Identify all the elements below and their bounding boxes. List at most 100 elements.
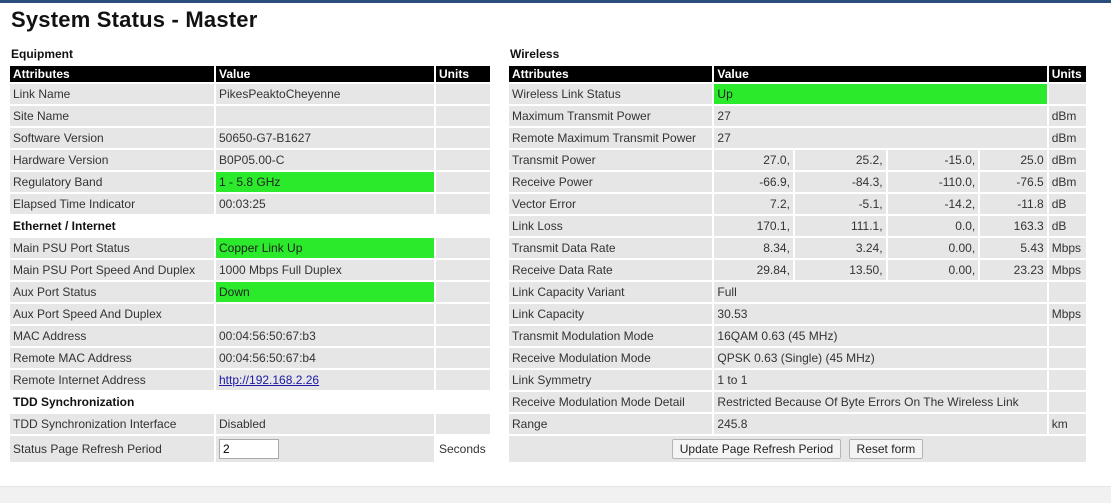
label-main-psu-status: Main PSU Port Status: [10, 238, 214, 258]
label-link-capacity: Link Capacity: [509, 304, 713, 324]
value-receive-power-3: -110.0,: [887, 172, 979, 192]
value-transmit-power-3: -15.0,: [887, 150, 979, 170]
value-software-version: 50650-G7-B1627: [216, 128, 434, 148]
value-tx-modulation: 16QAM 0.63 (45 MHz): [714, 326, 1047, 346]
row-vector-error: Vector Error 7.2, -5.1, -14.2, -11.8 dB: [509, 194, 1086, 214]
reset-form-button[interactable]: Reset form: [848, 439, 924, 459]
value-main-psu-status: Copper Link Up: [216, 238, 434, 258]
row-tx-data-rate: Transmit Data Rate 8.34, 3.24, 0.00, 5.4…: [509, 238, 1086, 258]
value-receive-power-1: -66.9,: [714, 172, 793, 192]
label-site-name: Site Name: [10, 106, 214, 126]
value-transmit-power-1: 27.0,: [714, 150, 793, 170]
row-link-loss: Link Loss 170.1, 111.1, 0.0, 163.3 dB: [509, 216, 1086, 236]
units-tx-modulation: [1048, 326, 1086, 346]
units-hardware-version: [436, 150, 490, 170]
units-receive-power: dBm: [1048, 172, 1086, 192]
page-title: System Status - Master: [11, 7, 258, 32]
row-aux-port-speed: Aux Port Speed And Duplex: [10, 304, 490, 324]
subheader-tdd-row: TDD Synchronization: [10, 392, 490, 412]
row-remote-internet-address: Remote Internet Address http://192.168.2…: [10, 370, 490, 390]
row-remote-max-tx-power: Remote Maximum Transmit Power 27 dBm: [509, 128, 1086, 148]
value-vector-error-2: -5.1,: [794, 194, 886, 214]
row-tx-modulation: Transmit Modulation Mode 16QAM 0.63 (45 …: [509, 326, 1086, 346]
label-rx-data-rate: Receive Data Rate: [509, 260, 713, 280]
label-receive-power: Receive Power: [509, 172, 713, 192]
row-range: Range 245.8 km: [509, 414, 1086, 434]
units-transmit-power: dBm: [1048, 150, 1086, 170]
units-rx-modulation: [1048, 348, 1086, 368]
wireless-header-row: Attributes Value Units: [509, 66, 1086, 82]
value-refresh-period-cell: [216, 436, 434, 462]
subheader-tdd-synchronization: TDD Synchronization: [13, 395, 135, 409]
update-refresh-period-button[interactable]: Update Page Refresh Period: [671, 439, 842, 459]
value-mac-address: 00:04:56:50:67:b3: [216, 326, 434, 346]
subheader-ethernet-row: Ethernet / Internet: [10, 216, 490, 236]
value-rx-data-rate-3: 0.00,: [887, 260, 979, 280]
value-rx-modulation-detail: Restricted Because Of Byte Errors On The…: [714, 392, 1047, 412]
label-regulatory-band: Regulatory Band: [10, 172, 214, 192]
value-remote-max-tx-power: 27: [714, 128, 1047, 148]
label-aux-port-speed: Aux Port Speed And Duplex: [10, 304, 214, 324]
value-max-tx-power: 27: [714, 106, 1047, 126]
value-rx-data-rate-1: 29.84,: [714, 260, 793, 280]
row-capacity-variant: Link Capacity Variant Full: [509, 282, 1086, 302]
units-rx-modulation-detail: [1048, 392, 1086, 412]
value-transmit-power-2: 25.2,: [794, 150, 886, 170]
row-rx-modulation-detail: Receive Modulation Mode Detail Restricte…: [509, 392, 1086, 412]
value-link-loss-4: 163.3: [980, 216, 1047, 236]
label-capacity-variant: Link Capacity Variant: [509, 282, 713, 302]
value-tx-data-rate-2: 3.24,: [794, 238, 886, 258]
value-link-name: PikesPeaktoCheyenne: [216, 84, 434, 104]
wireless-section-title: Wireless: [510, 47, 560, 61]
label-rx-modulation-detail: Receive Modulation Mode Detail: [509, 392, 713, 412]
units-elapsed-time: [436, 194, 490, 214]
units-remote-mac-address: [436, 348, 490, 368]
label-remote-mac-address: Remote MAC Address: [10, 348, 214, 368]
units-main-psu-status: [436, 238, 490, 258]
col-header-value: Value: [714, 66, 1047, 82]
row-rx-data-rate: Receive Data Rate 29.84, 13.50, 0.00, 23…: [509, 260, 1086, 280]
units-link-loss: dB: [1048, 216, 1086, 236]
remote-internet-address-link[interactable]: http://192.168.2.26: [219, 373, 319, 387]
row-hardware-version: Hardware Version B0P05.00-C: [10, 150, 490, 170]
units-rx-data-rate: Mbps: [1048, 260, 1086, 280]
equipment-section-title: Equipment: [11, 47, 73, 61]
value-tx-data-rate-1: 8.34,: [714, 238, 793, 258]
units-main-psu-speed: [436, 260, 490, 280]
value-vector-error-4: -11.8: [980, 194, 1047, 214]
units-aux-port-status: [436, 282, 490, 302]
col-header-units: Units: [1048, 66, 1086, 82]
col-header-attributes: Attributes: [10, 66, 214, 82]
label-remote-internet-address: Remote Internet Address: [10, 370, 214, 390]
wireless-table: Attributes Value Units Wireless Link Sta…: [507, 64, 1088, 464]
row-software-version: Software Version 50650-G7-B1627: [10, 128, 490, 148]
row-max-tx-power: Maximum Transmit Power 27 dBm: [509, 106, 1086, 126]
row-site-name: Site Name: [10, 106, 490, 126]
label-tx-data-rate: Transmit Data Rate: [509, 238, 713, 258]
label-link-symmetry: Link Symmetry: [509, 370, 713, 390]
label-main-psu-speed: Main PSU Port Speed And Duplex: [10, 260, 214, 280]
row-link-name: Link Name PikesPeaktoCheyenne: [10, 84, 490, 104]
row-regulatory-band: Regulatory Band 1 - 5.8 GHz: [10, 172, 490, 192]
col-header-value: Value: [216, 66, 434, 82]
label-link-loss: Link Loss: [509, 216, 713, 236]
value-aux-port-status: Down: [216, 282, 434, 302]
value-site-name: [216, 106, 434, 126]
label-max-tx-power: Maximum Transmit Power: [509, 106, 713, 126]
label-hardware-version: Hardware Version: [10, 150, 214, 170]
units-remote-max-tx-power: dBm: [1048, 128, 1086, 148]
label-range: Range: [509, 414, 713, 434]
row-refresh-period: Status Page Refresh Period Seconds: [10, 436, 490, 462]
value-link-loss-3: 0.0,: [887, 216, 979, 236]
refresh-period-input[interactable]: [219, 439, 279, 459]
value-remote-mac-address: 00:04:56:50:67:b4: [216, 348, 434, 368]
units-refresh-period: Seconds: [439, 442, 486, 456]
units-link-status: [1048, 84, 1086, 104]
value-tdd-interface: Disabled: [216, 414, 434, 434]
row-elapsed-time: Elapsed Time Indicator 00:03:25: [10, 194, 490, 214]
label-software-version: Software Version: [10, 128, 214, 148]
col-header-units: Units: [436, 66, 490, 82]
value-elapsed-time: 00:03:25: [216, 194, 434, 214]
value-link-loss-1: 170.1,: [714, 216, 793, 236]
units-range: km: [1048, 414, 1086, 434]
